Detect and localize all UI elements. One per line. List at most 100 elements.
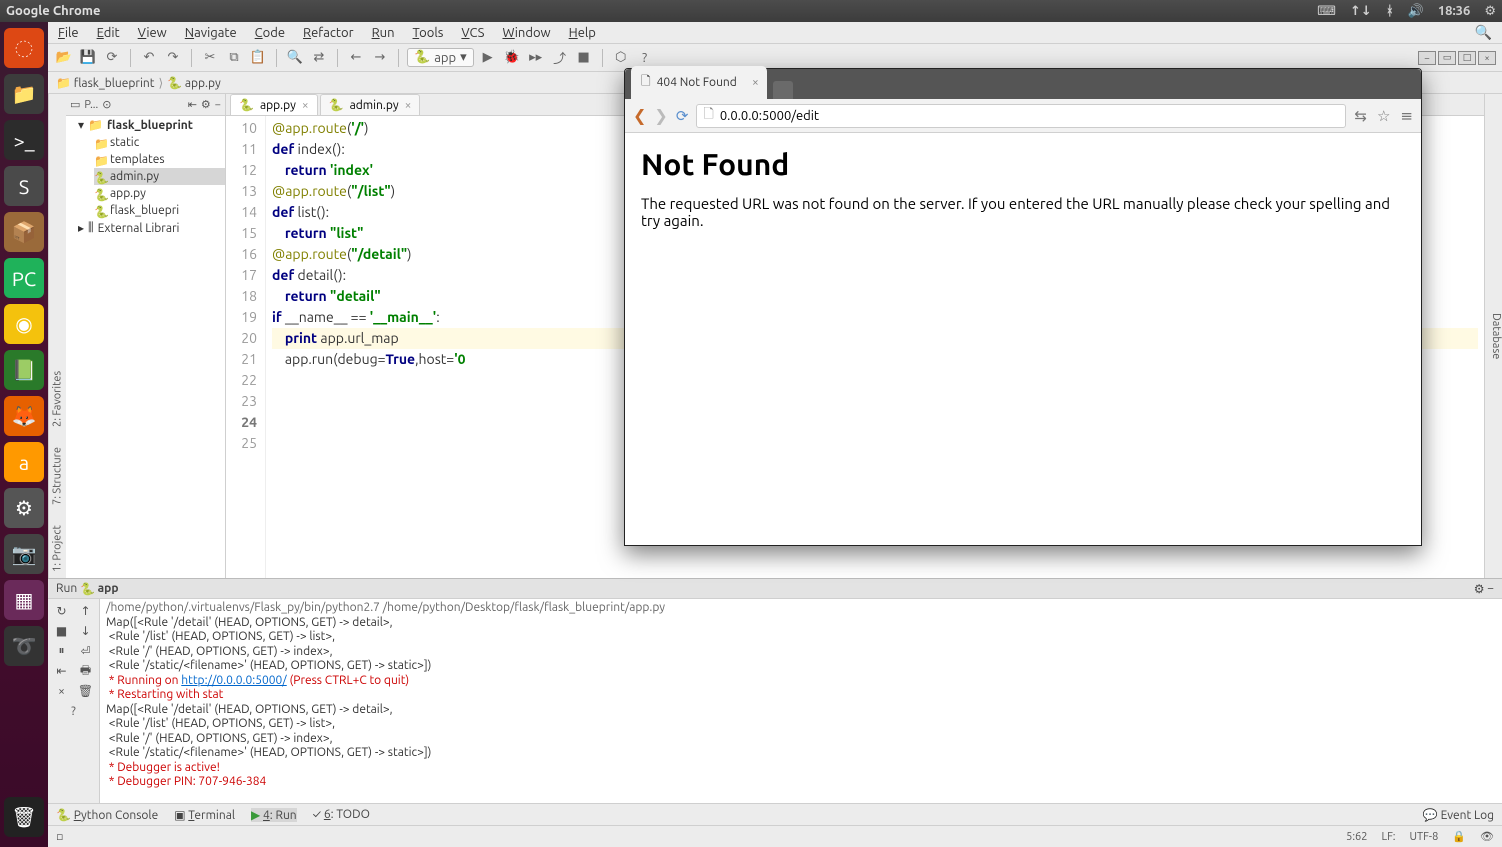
redo-icon[interactable]: ↷	[163, 48, 183, 68]
tree-item[interactable]: 📁templates	[94, 151, 225, 168]
event-log-button[interactable]: 💬 Event Log	[1423, 808, 1494, 822]
exit-icon[interactable]: ⇤	[54, 663, 70, 679]
forward-icon[interactable]: →	[370, 48, 390, 68]
menu-vcs[interactable]: VCS	[461, 26, 484, 40]
tree-root[interactable]: ▾ 📁 flask_blueprint	[78, 116, 225, 134]
clock[interactable]: 18:36	[1438, 4, 1471, 18]
settings-icon[interactable]: ⚙	[4, 488, 44, 528]
wrap-icon[interactable]: ⏎	[78, 643, 94, 659]
book-icon[interactable]: 📗	[4, 350, 44, 390]
menu-window[interactable]: Window	[502, 26, 550, 40]
hide-icon[interactable]: −	[1487, 582, 1494, 595]
database-tool-label[interactable]: Database	[1490, 313, 1502, 359]
coverage-icon[interactable]: ▸▸	[526, 48, 546, 68]
lock-icon[interactable]: 🔒	[1452, 830, 1466, 843]
help-icon[interactable]: ?	[66, 703, 82, 719]
terminal-icon[interactable]: >_	[4, 120, 44, 160]
editor-tab[interactable]: 🐍app.py×	[230, 94, 318, 115]
trash-icon[interactable]: 🗑	[4, 797, 44, 837]
line-separator[interactable]: LF:	[1381, 831, 1395, 843]
amazon-icon[interactable]: a	[4, 442, 44, 482]
bottom-tab-run[interactable]: ▶ 4: Run	[251, 808, 297, 822]
tree-external-libs[interactable]: ▸ ⫼ External Librari	[78, 219, 225, 237]
gear-icon[interactable]: ⚙	[1484, 4, 1496, 19]
menu-view[interactable]: View	[138, 26, 167, 40]
address-bar[interactable]: 🗋 0.0.0.0:5000/edit	[696, 104, 1346, 128]
menu-help[interactable]: Help	[569, 26, 596, 40]
menu-edit[interactable]: Edit	[97, 26, 120, 40]
bluetooth-icon[interactable]: ᚼ	[1386, 4, 1394, 18]
run-config-selector[interactable]: 🐍 app ▾	[407, 48, 474, 67]
search-icon[interactable]: 🔍	[1475, 24, 1492, 41]
chrome-icon[interactable]: ◉	[4, 304, 44, 344]
dash-icon[interactable]: ◌	[4, 28, 44, 68]
run-icon[interactable]: ▶	[478, 48, 498, 68]
file-encoding[interactable]: UTF-8	[1410, 831, 1439, 843]
workspace-icon[interactable]: ▦	[4, 580, 44, 620]
back-icon[interactable]: ←	[346, 48, 366, 68]
trash-icon[interactable]: 🗑	[78, 683, 94, 699]
breadcrumb-item[interactable]: 🐍 app.py	[167, 76, 221, 90]
tree-item[interactable]: 📁static	[94, 134, 225, 151]
bottom-tab-pythonconsole[interactable]: 🐍 Python Console	[56, 808, 158, 822]
menu-refactor[interactable]: Refactor	[303, 26, 354, 40]
network-icon[interactable]: ↑↓	[1350, 4, 1372, 19]
stop-icon[interactable]: ■	[574, 48, 594, 68]
tool-tab-structure[interactable]: 7: Structure	[52, 447, 64, 505]
menu-code[interactable]: Code	[255, 26, 285, 40]
console-output[interactable]: /home/python/.virtualenvs/Flask_py/bin/p…	[100, 599, 1502, 803]
new-tab-button[interactable]	[773, 81, 793, 99]
menu-icon[interactable]: ≡	[1400, 107, 1413, 125]
menu-file[interactable]: File	[58, 26, 79, 40]
project-header[interactable]: ▭ P... ⊙ ⇤ ⚙ −	[66, 94, 225, 116]
gear-icon[interactable]: ⚙	[201, 98, 211, 111]
bottom-tab-terminal[interactable]: ▣ Terminal	[174, 808, 235, 822]
hide-icon[interactable]: −	[215, 99, 221, 111]
breadcrumb-item[interactable]: 📁 flask_blueprint	[56, 76, 154, 90]
close-icon[interactable]: ×	[752, 76, 759, 89]
spiral-icon[interactable]: ➰	[4, 626, 44, 666]
close-icon[interactable]: ×	[54, 683, 70, 699]
copy-icon[interactable]: ⧉	[224, 48, 244, 68]
up-icon[interactable]: ↑	[78, 603, 94, 619]
translate-icon[interactable]: ⇆	[1354, 107, 1367, 125]
find-icon[interactable]: 🔍	[285, 48, 305, 68]
stop-icon[interactable]: ■	[54, 623, 70, 639]
archive-icon[interactable]: 📦	[4, 212, 44, 252]
inspector-icon[interactable]: 👁	[1480, 830, 1494, 843]
firefox-icon[interactable]: 🦊	[4, 396, 44, 436]
menu-navigate[interactable]: Navigate	[185, 26, 237, 40]
cut-icon[interactable]: ✂	[200, 48, 220, 68]
sound-icon[interactable]: 🔊	[1408, 4, 1424, 19]
close-icon[interactable]: ×	[302, 99, 309, 112]
tree-item[interactable]: 🐍admin.py	[94, 168, 225, 185]
pause-icon[interactable]: ⏸	[54, 643, 70, 659]
bottom-tab-todo[interactable]: ✓ 6: TODO	[313, 808, 370, 821]
vcs-icon[interactable]: ⬡	[611, 48, 631, 68]
close-button[interactable]: ×	[1478, 51, 1496, 65]
paste-icon[interactable]: 📋	[248, 48, 268, 68]
profile-icon[interactable]: ⤴	[550, 48, 570, 68]
back-icon[interactable]: ❮	[633, 106, 646, 125]
bookmark-icon[interactable]: ☆	[1377, 107, 1390, 125]
files-icon[interactable]: 📁	[4, 74, 44, 114]
editor-tab[interactable]: 🐍admin.py×	[320, 94, 421, 115]
reload-icon[interactable]: ⟳	[676, 107, 689, 125]
menu-run[interactable]: Run	[372, 26, 395, 40]
gear-icon[interactable]: ⚙	[1474, 582, 1485, 596]
right-tool-strip[interactable]: Database	[1484, 94, 1502, 578]
collapse-icon[interactable]: ⇤	[188, 98, 197, 111]
rerun-icon[interactable]: ↻	[54, 603, 70, 619]
open-icon[interactable]: 📂	[54, 48, 74, 68]
debug-icon[interactable]: 🐞	[502, 48, 522, 68]
replace-icon[interactable]: ⇄	[309, 48, 329, 68]
tree-item[interactable]: 🐍app.py	[94, 185, 225, 202]
sublime-icon[interactable]: S	[4, 166, 44, 206]
down-icon[interactable]: ↓	[78, 623, 94, 639]
camera-icon[interactable]: 📷	[4, 534, 44, 574]
restore-button[interactable]: ▭	[1438, 51, 1456, 65]
close-icon[interactable]: ×	[405, 99, 412, 112]
pycharm-icon[interactable]: PC	[4, 258, 44, 298]
left-tool-strip[interactable]: 1: Project7: Structure2: Favorites	[48, 94, 66, 578]
tool-tab-favorites[interactable]: 2: Favorites	[52, 371, 64, 427]
